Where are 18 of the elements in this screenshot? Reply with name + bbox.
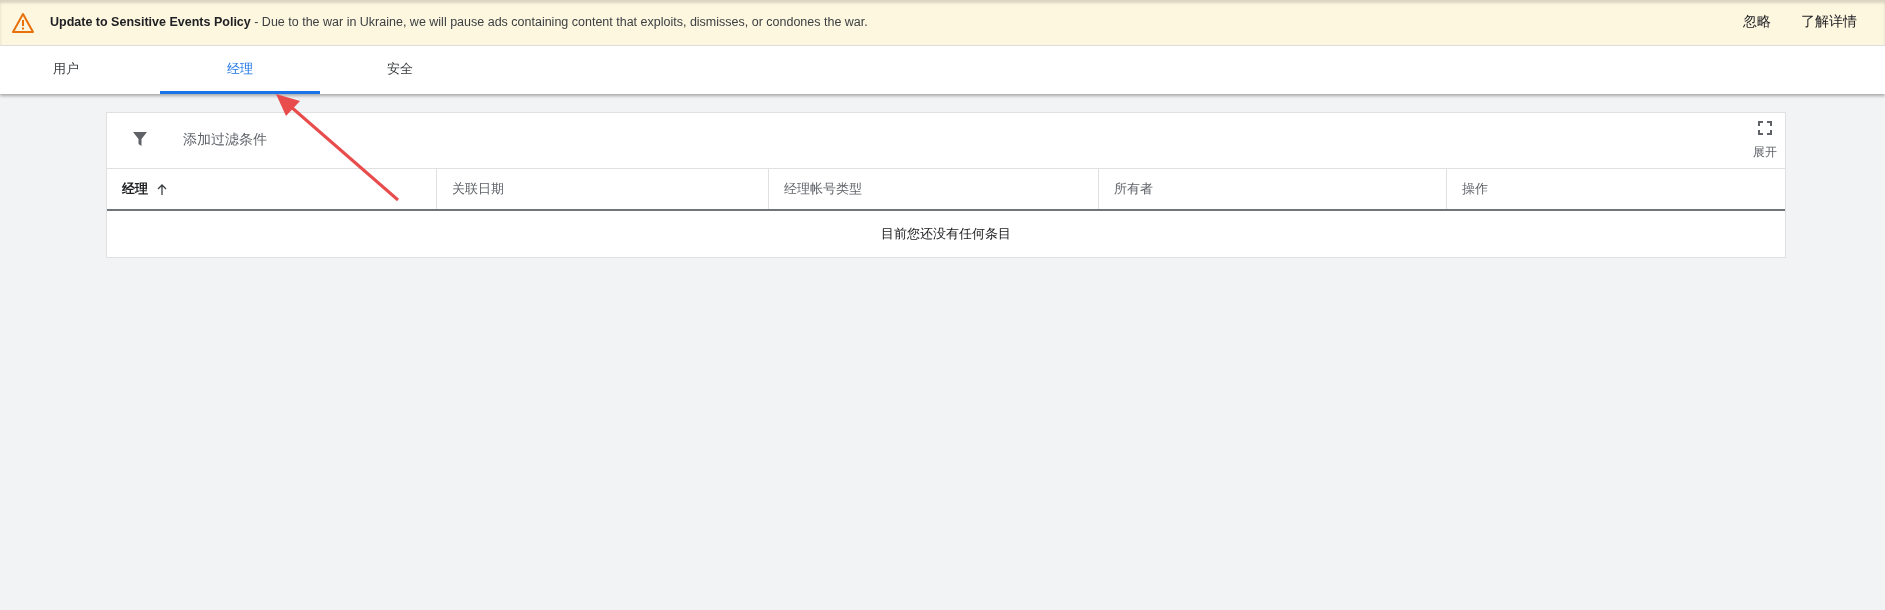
add-filter-button[interactable]: 添加过滤条件: [183, 130, 267, 151]
column-header[interactable]: 关联日期: [452, 179, 504, 199]
banner-action-button[interactable]: 忽略: [1743, 12, 1771, 33]
tab[interactable]: 经理: [160, 46, 320, 94]
banner-message: Update to Sensitive Events Policy - Due to the war in Ukraine, we will pause ads containing content that exploits, dismisses, or condones the war.: [50, 14, 868, 32]
warning-icon: [12, 12, 34, 33]
tab[interactable]: 用户: [0, 46, 146, 94]
tab[interactable]: 安全: [320, 46, 480, 94]
fullscreen-icon: [1758, 120, 1772, 135]
sort-arrow-icon[interactable]: [157, 183, 167, 195]
empty-message: 目前您还没有任何条目: [881, 225, 1011, 243]
column-header[interactable]: 经理帐号类型: [784, 179, 862, 199]
expand-button[interactable]: 展开: [1753, 120, 1777, 161]
banner-action-button[interactable]: 了解详情: [1801, 12, 1857, 33]
column-header[interactable]: 所有者: [1114, 179, 1153, 199]
filter-icon: [132, 130, 148, 147]
column-header[interactable]: 操作: [1462, 179, 1488, 199]
column-header[interactable]: 经理: [122, 179, 148, 199]
